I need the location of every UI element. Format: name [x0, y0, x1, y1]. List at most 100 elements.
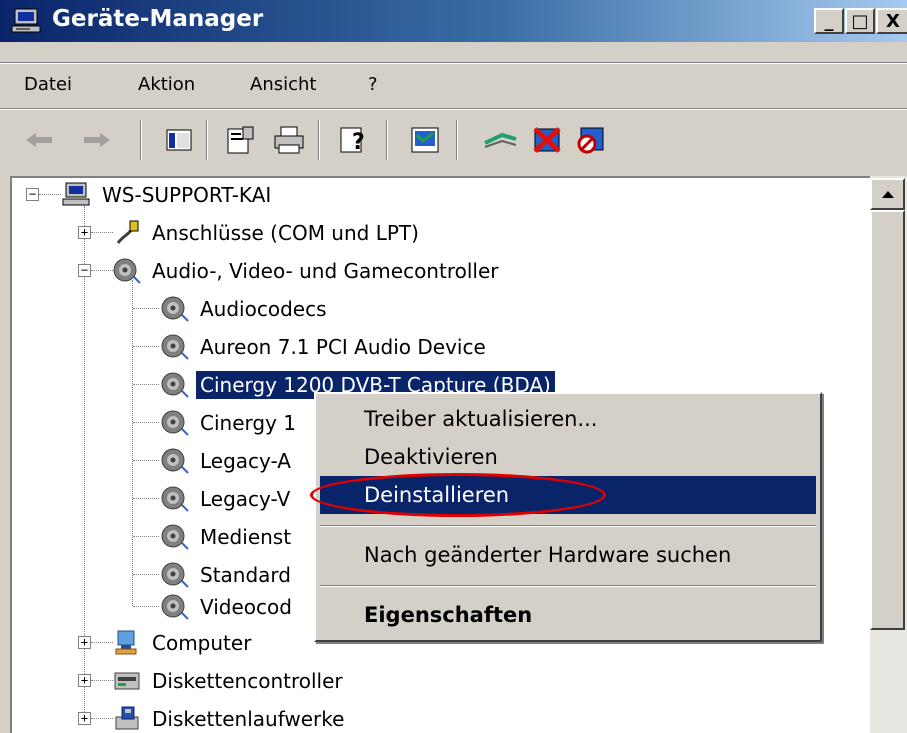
ctx-properties[interactable]: Eigenschaften: [320, 596, 816, 634]
properties-icon[interactable]: [222, 120, 260, 160]
speaker-icon: [161, 594, 189, 620]
tree-item-diskettenlaufwerke[interactable]: Diskettenlaufwerke: [112, 702, 348, 733]
tree-connector: [133, 498, 159, 499]
scan-hardware-icon[interactable]: [406, 120, 444, 160]
tree-item-label: Diskettenlaufwerke: [152, 707, 345, 731]
print-icon[interactable]: [270, 120, 308, 160]
window-title: Geräte-Manager: [52, 6, 264, 32]
collapse-root-expander[interactable]: −: [26, 188, 39, 201]
ctx-item-label: Nach geänderter Hardware suchen: [364, 543, 732, 567]
tree-connector: [91, 680, 113, 681]
tree-connector: [133, 384, 159, 385]
title-bar[interactable]: Geräte-Manager _ □ X: [0, 0, 907, 42]
uninstall-icon[interactable]: [528, 120, 566, 160]
tree-root[interactable]: WS-SUPPORT-KAI: [62, 178, 275, 212]
scroll-up-button[interactable]: [870, 178, 905, 210]
tree-child-label: Audiocodecs: [200, 297, 327, 321]
tree-child-label: Aureon 7.1 PCI Audio Device: [200, 335, 486, 359]
speaker-icon: [113, 258, 141, 284]
tree-connector: [133, 346, 159, 347]
computer-icon: [11, 8, 41, 33]
speaker-icon: [161, 410, 189, 436]
tree-item-label: Diskettencontroller: [152, 669, 343, 693]
scroll-thumb[interactable]: [870, 210, 905, 630]
tree-child-label: Standard: [200, 563, 291, 587]
device-manager-window: Geräte-Manager _ □ X Datei Aktion Ansich…: [0, 0, 907, 733]
tree-item-audio-video-gamecontroller[interactable]: Audio-, Video- und Gamecontroller: [112, 254, 502, 288]
tree-connector: [133, 308, 159, 309]
help-icon[interactable]: ?: [336, 120, 374, 160]
forward-arrow-icon[interactable]: [78, 120, 116, 160]
expand-diskettencontroller-expander[interactable]: +: [78, 674, 91, 687]
tree-item-diskettencontroller[interactable]: Diskettencontroller: [112, 664, 347, 698]
tree-child-videocod[interactable]: Videocod: [160, 590, 296, 624]
speaker-icon: [161, 524, 189, 550]
computer-icon: [115, 630, 137, 655]
toolbar-separator: [140, 120, 142, 160]
speaker-icon: [161, 562, 189, 588]
tree-child-legacy-v[interactable]: Legacy-V: [160, 482, 294, 516]
expand-diskettenlaufwerke-expander[interactable]: +: [78, 712, 91, 725]
menu-bar: Datei Aktion Ansicht ?: [0, 66, 907, 106]
tree-connector: [91, 270, 113, 271]
tree-connector: [132, 280, 133, 606]
ctx-separator: [320, 525, 816, 527]
tree-connector: [39, 194, 61, 195]
tree-child-legacy-a[interactable]: Legacy-A: [160, 444, 295, 478]
tree-child-aureon[interactable]: Aureon 7.1 PCI Audio Device: [160, 330, 490, 364]
speaker-icon: [161, 296, 189, 322]
tree-connector: [133, 606, 159, 607]
menubar-divider-top: [0, 62, 907, 64]
show-hide-console-tree-icon[interactable]: [160, 120, 198, 160]
ctx-item-label: Treiber aktualisieren...: [364, 407, 598, 431]
ctx-item-label: Deaktivieren: [364, 445, 498, 469]
menu-help[interactable]: ?: [368, 74, 378, 95]
tree-connector: [133, 574, 159, 575]
tree-child-standard[interactable]: Standard: [160, 558, 295, 592]
speaker-icon: [161, 334, 189, 360]
expand-computer-expander[interactable]: +: [78, 636, 91, 649]
ctx-scan-hardware[interactable]: Nach geänderter Hardware suchen: [320, 536, 816, 574]
back-arrow-icon[interactable]: [20, 120, 58, 160]
close-button[interactable]: X: [876, 8, 907, 34]
speaker-icon: [161, 486, 189, 512]
maximize-button[interactable]: □: [845, 8, 875, 34]
speaker-icon: [161, 448, 189, 474]
menu-aktion[interactable]: Aktion: [138, 74, 195, 95]
tree-child-label: Legacy-A: [200, 449, 291, 473]
tree-child-label: Cinergy 1: [200, 411, 296, 435]
expand-anschluesse-expander[interactable]: +: [78, 226, 91, 239]
ctx-separator: [320, 585, 816, 587]
tree-item-computer[interactable]: Computer: [112, 626, 255, 660]
svg-text:?: ?: [352, 130, 365, 155]
annotation-ellipse: [310, 473, 606, 517]
tree-child-audiocodecs[interactable]: Audiocodecs: [160, 292, 331, 326]
tree-item-label: Computer: [152, 631, 252, 655]
menu-ansicht[interactable]: Ansicht: [250, 74, 316, 95]
ctx-disable[interactable]: Deaktivieren: [320, 438, 816, 476]
menu-datei[interactable]: Datei: [24, 74, 72, 95]
toolbar-separator: [206, 120, 208, 160]
tree-child-cinergy-1[interactable]: Cinergy 1: [160, 406, 300, 440]
tree-item-anschluesse[interactable]: Anschlüsse (COM und LPT): [112, 216, 423, 250]
disable-icon[interactable]: [572, 120, 610, 160]
tree-child-label: Videocod: [200, 595, 292, 619]
toolbar-separator: [456, 120, 458, 160]
update-driver-icon[interactable]: [482, 120, 520, 160]
ctx-item-label: Eigenschaften: [364, 603, 533, 627]
collapse-audio-expander[interactable]: −: [78, 264, 91, 277]
tree-connector: [133, 536, 159, 537]
disk-controller-icon: [114, 672, 140, 690]
toolbar-separator: [318, 120, 320, 160]
tree-connector: [91, 232, 113, 233]
toolbar-divider-top: [0, 108, 907, 110]
tree-connector: [91, 642, 113, 643]
floppy-drive-icon: [115, 706, 139, 730]
toolbar-separator: [386, 120, 388, 160]
tree-child-medienst[interactable]: Medienst: [160, 520, 295, 554]
tree-connector: [133, 460, 159, 461]
ctx-update-driver[interactable]: Treiber aktualisieren...: [320, 400, 816, 438]
tree-connector: [91, 718, 113, 719]
minimize-button[interactable]: _: [814, 8, 844, 34]
vertical-scrollbar[interactable]: [870, 176, 907, 733]
